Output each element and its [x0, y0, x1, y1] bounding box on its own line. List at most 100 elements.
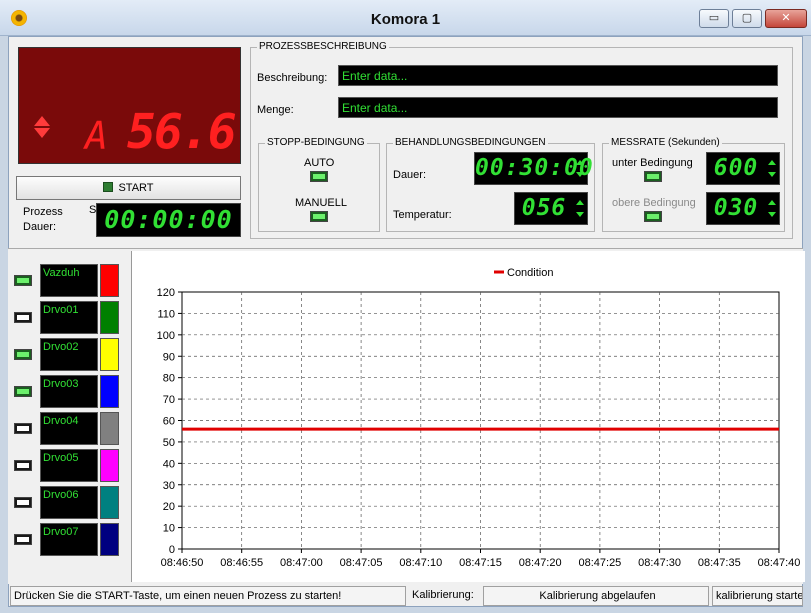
series-toggle[interactable] — [14, 349, 32, 360]
spin-up-icon[interactable] — [576, 160, 584, 165]
chart-area: 0 10 20 30 40 50 60 70 80 90 100 110 120 08:46:50 08:4… — [131, 251, 805, 582]
y-tick-label: 120 — [157, 287, 175, 299]
legend-label: Condition — [507, 267, 553, 279]
series-color-swatch[interactable] — [100, 301, 119, 334]
led-display-panel: A 56.6 — [18, 47, 241, 164]
y-tick-label: 110 — [157, 308, 175, 320]
close-button[interactable]: ✕ — [765, 9, 807, 28]
y-tick-label: 70 — [163, 394, 175, 406]
kalibrierung-status: Kalibrierung abgelaufen — [483, 586, 709, 606]
series-name[interactable]: Drvo02 — [40, 338, 98, 371]
prozess-dauer-label: Prozess Dauer: — [23, 205, 63, 235]
dauer-value: 00:30:00 — [475, 155, 594, 181]
series-toggle[interactable] — [14, 534, 32, 545]
green-square-icon — [103, 182, 114, 192]
y-tick-label: 20 — [163, 501, 175, 513]
unter-bedingung-spinner[interactable]: 600 — [706, 152, 780, 185]
temperatur-spinner[interactable]: 056 — [514, 192, 588, 225]
series-color-swatch[interactable] — [100, 523, 119, 556]
y-tick-label: 50 — [163, 437, 175, 449]
x-tick-label: 08:47:30 — [638, 557, 681, 569]
x-tick-label: 08:47:15 — [459, 557, 502, 569]
start-button-label: START — [118, 182, 154, 194]
y-tick-label: 10 — [163, 523, 175, 535]
y-tick-label: 100 — [157, 330, 175, 342]
series-color-swatch[interactable] — [100, 338, 119, 371]
x-tick-label: 08:46:50 — [161, 557, 204, 569]
series-name[interactable]: Drvo06 — [40, 486, 98, 519]
series-color-swatch[interactable] — [100, 486, 119, 519]
temperatur-label: Temperatur: — [393, 209, 452, 221]
spin-up-icon[interactable] — [768, 160, 776, 165]
series-toggle[interactable] — [14, 312, 32, 323]
series-toggle[interactable] — [14, 275, 32, 286]
series-name[interactable]: Vazduh — [40, 264, 98, 297]
process-duration-display: 00:00:00 — [96, 203, 241, 237]
window-title: Komora 1 — [370, 11, 441, 28]
y-tick-label: 80 — [163, 373, 175, 385]
unter-bedingung-label: unter Bedingung — [612, 157, 693, 169]
behandlung-legend: BEHANDLUNGSBEDINGUNGEN — [393, 137, 548, 148]
series-color-swatch[interactable] — [100, 264, 119, 297]
y-tick-label: 40 — [163, 458, 175, 470]
prozess-label-line2: Dauer: — [23, 221, 57, 233]
obere-bedingung-spinner[interactable]: 030 — [706, 192, 780, 225]
spin-down-icon[interactable] — [768, 212, 776, 217]
series-color-swatch[interactable] — [100, 449, 119, 482]
y-tick-label: 0 — [169, 544, 175, 556]
series-name[interactable]: Drvo01 — [40, 301, 98, 334]
stopp-legend: STOPP-BEDINGUNG — [265, 137, 367, 148]
series-name[interactable]: Drvo04 — [40, 412, 98, 445]
x-tick-label: 08:47:40 — [758, 557, 801, 569]
series-name[interactable]: Drvo03 — [40, 375, 98, 408]
spin-up-icon[interactable] — [768, 200, 776, 205]
spin-down-icon[interactable] — [576, 172, 584, 177]
messrate-legend: MESSRATE (Sekunden) — [609, 137, 722, 148]
dauer-label: Dauer: — [393, 169, 427, 181]
auto-label: AUTO — [304, 157, 335, 169]
series-toggle[interactable] — [14, 386, 32, 397]
obere-bedingung-label: obere Bedingung — [612, 197, 696, 209]
series-toggle[interactable] — [14, 423, 32, 434]
x-tick-label: 08:47:00 — [280, 557, 323, 569]
manuell-label: MANUELL — [295, 197, 347, 209]
beschreibung-label: Beschreibung: — [257, 72, 328, 84]
temperatur-value: 056 — [521, 195, 567, 221]
manuell-toggle[interactable] — [310, 211, 328, 222]
series-name[interactable]: Drvo05 — [40, 449, 98, 482]
x-tick-label: 08:47:10 — [399, 557, 442, 569]
minimize-button[interactable]: ▭ — [699, 9, 729, 28]
x-tick-label: 08:46:55 — [220, 557, 263, 569]
obere-bedingung-toggle[interactable] — [644, 211, 662, 222]
series-color-swatch[interactable] — [100, 412, 119, 445]
auto-toggle[interactable] — [310, 171, 328, 182]
status-message: Drücken Sie die START-Taste, um einen ne… — [10, 586, 406, 606]
spin-down-icon[interactable] — [768, 172, 776, 177]
spin-up-icon[interactable] — [576, 200, 584, 205]
condition-line-chart: 0 10 20 30 40 50 60 70 80 90 100 110 120 08:46:50 08:4… — [157, 267, 801, 569]
dauer-spinner[interactable]: 00:30:00 — [474, 152, 593, 185]
spin-down-icon[interactable] — [576, 212, 584, 217]
menge-input[interactable] — [338, 97, 778, 118]
obere-value: 030 — [713, 195, 759, 221]
unter-bedingung-toggle[interactable] — [644, 171, 662, 182]
series-toggle[interactable] — [14, 497, 32, 508]
y-tick-label: 30 — [163, 480, 175, 492]
kalibrierung-starten-button[interactable]: kalibrierung starten — [712, 586, 803, 606]
title-bar: Komora 1 ▭ ▢ ✕ — [0, 0, 811, 36]
series-color-swatch[interactable] — [100, 375, 119, 408]
prozess-label-line1: Prozess — [23, 206, 63, 218]
start-button[interactable]: START — [16, 176, 241, 200]
maximize-button[interactable]: ▢ — [732, 9, 762, 28]
beschreibung-input[interactable] — [338, 65, 778, 86]
x-tick-label: 08:47:25 — [578, 557, 621, 569]
y-tick-label: 60 — [163, 416, 175, 428]
series-toggle[interactable] — [14, 460, 32, 471]
prozessbeschreibung-legend: PROZESSBESCHREIBUNG — [257, 41, 389, 52]
kalibrierung-label: Kalibrierung: — [412, 589, 474, 601]
unter-value: 600 — [713, 155, 759, 181]
series-name[interactable]: Drvo07 — [40, 523, 98, 556]
up-down-arrows-icon[interactable] — [33, 114, 51, 152]
led-mode-indicator: A — [85, 114, 108, 158]
y-tick-label: 90 — [163, 351, 175, 363]
